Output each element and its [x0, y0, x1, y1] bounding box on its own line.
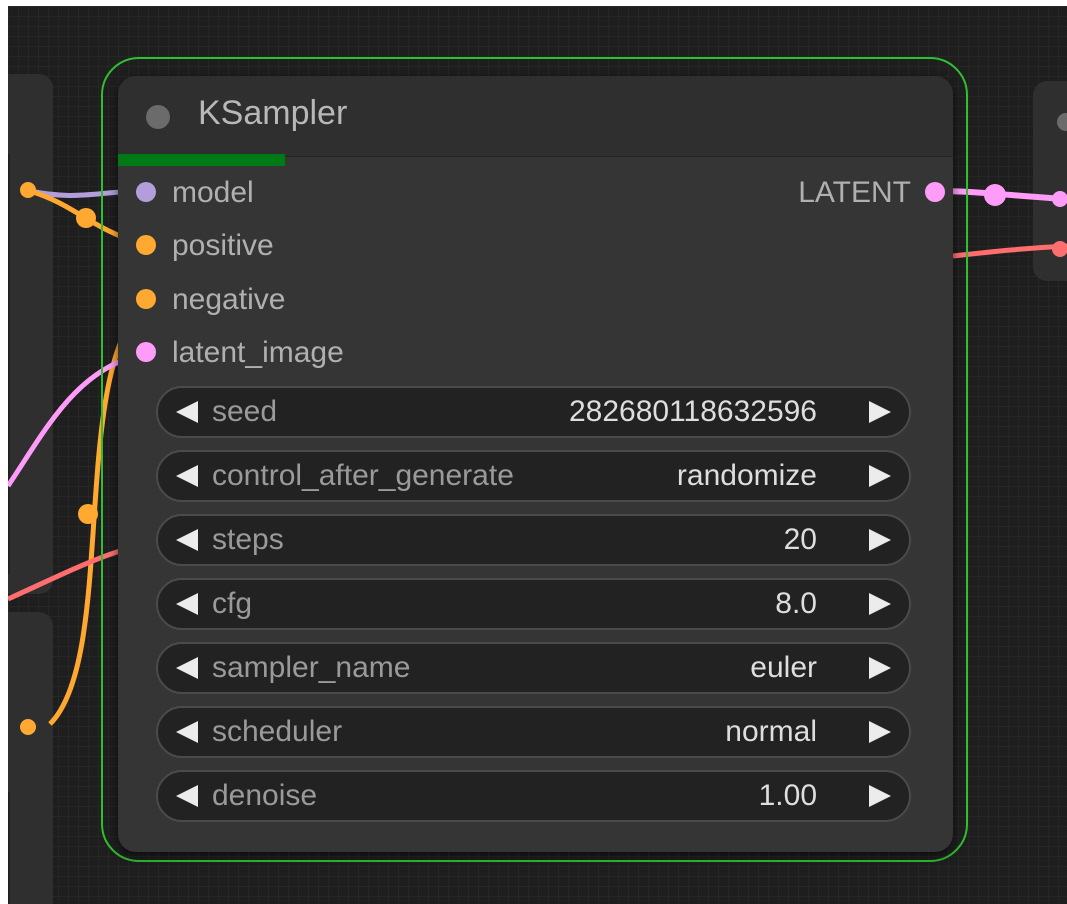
widget-seed[interactable]: seed 282680118632596 — [156, 386, 911, 438]
input-latent-image-label: latent_image — [172, 336, 344, 369]
seed-decrement-arrow-icon[interactable] — [176, 401, 198, 423]
node-title-bar[interactable]: KSampler — [118, 76, 953, 157]
input-latent-image-dot-icon[interactable] — [136, 342, 156, 362]
output-latent-dot-icon[interactable] — [925, 182, 945, 202]
control-after-generate-next-arrow-icon[interactable] — [869, 465, 891, 487]
scheduler-next-arrow-icon[interactable] — [869, 721, 891, 743]
widget-cfg-label: cfg — [212, 587, 253, 620]
widget-cfg[interactable]: cfg 8.0 — [156, 578, 911, 630]
seed-increment-arrow-icon[interactable] — [869, 401, 891, 423]
right-node-vae-input-dot — [1052, 241, 1067, 257]
sampler-name-prev-arrow-icon[interactable] — [176, 657, 198, 679]
input-positive-label: positive — [172, 229, 274, 262]
right-node-latent-input-dot — [1052, 191, 1067, 207]
widget-scheduler-value[interactable]: normal — [725, 708, 817, 756]
widget-denoise-label: denoise — [212, 779, 318, 812]
widget-sampler-name[interactable]: sampler_name euler — [156, 642, 911, 694]
widget-seed-value[interactable]: 282680118632596 — [569, 388, 817, 436]
collapse-toggle-icon[interactable] — [146, 105, 170, 129]
steps-increment-arrow-icon[interactable] — [869, 529, 891, 551]
wire-reroute-dot-latent — [984, 184, 1006, 206]
widget-sampler-name-label: sampler_name — [212, 651, 411, 684]
widget-sampler-name-value[interactable]: euler — [750, 644, 817, 692]
widget-steps-value[interactable]: 20 — [784, 516, 817, 564]
output-latent-label: LATENT — [798, 176, 911, 209]
widget-control-after-generate-value[interactable]: randomize — [677, 452, 817, 500]
widget-denoise-value[interactable]: 1.00 — [759, 772, 817, 820]
wire-reroute-dot-positive — [76, 208, 96, 228]
denoise-increment-arrow-icon[interactable] — [869, 785, 891, 807]
input-negative-dot-icon[interactable] — [136, 289, 156, 309]
widget-steps[interactable]: steps 20 — [156, 514, 911, 566]
ksampler-node[interactable]: KSampler model positive negative latent_… — [118, 76, 953, 852]
control-after-generate-prev-arrow-icon[interactable] — [176, 465, 198, 487]
node-graph-canvas[interactable]: KSampler model positive negative latent_… — [8, 6, 1067, 904]
steps-decrement-arrow-icon[interactable] — [176, 529, 198, 551]
wire-reroute-dot-negative — [78, 504, 98, 524]
widget-control-after-generate[interactable]: control_after_generate randomize — [156, 450, 911, 502]
widget-scheduler-label: scheduler — [212, 715, 343, 748]
scheduler-prev-arrow-icon[interactable] — [176, 721, 198, 743]
input-model-label: model — [172, 176, 254, 209]
widget-seed-label: seed — [212, 395, 278, 428]
input-positive-dot-icon[interactable] — [136, 235, 156, 255]
execution-progress-bar — [118, 154, 285, 166]
widget-denoise[interactable]: denoise 1.00 — [156, 770, 911, 822]
widget-steps-label: steps — [212, 523, 284, 556]
sampler-name-next-arrow-icon[interactable] — [869, 657, 891, 679]
left-node-output-dot-upper — [20, 182, 36, 198]
output-slot-latent[interactable]: LATENT — [745, 173, 945, 213]
cfg-increment-arrow-icon[interactable] — [869, 593, 891, 615]
cfg-decrement-arrow-icon[interactable] — [176, 593, 198, 615]
input-model-dot-icon[interactable] — [136, 182, 156, 202]
widget-control-after-generate-label: control_after_generate — [212, 459, 514, 492]
left-node-output-dot-lower — [20, 719, 36, 735]
denoise-decrement-arrow-icon[interactable] — [176, 785, 198, 807]
widget-scheduler[interactable]: scheduler normal — [156, 706, 911, 758]
widget-cfg-value[interactable]: 8.0 — [775, 580, 817, 628]
vae-wire-right — [952, 243, 1067, 259]
node-title: KSampler — [198, 94, 348, 132]
input-negative-label: negative — [172, 283, 286, 316]
